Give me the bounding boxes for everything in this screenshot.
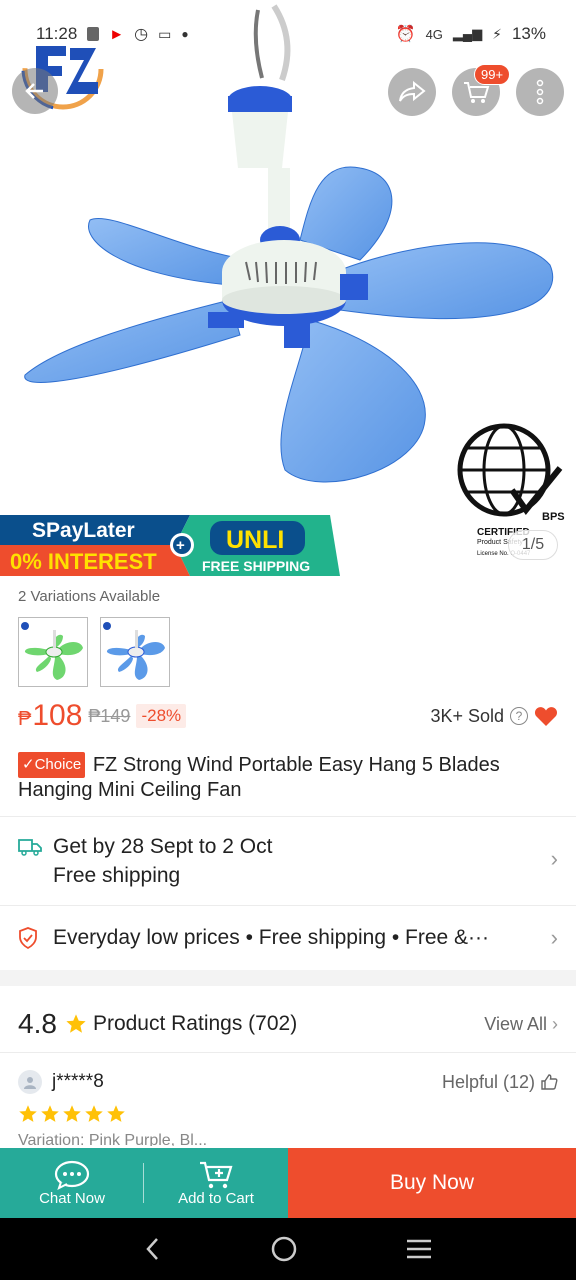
user-icon [24,1077,36,1089]
shipping-row[interactable]: Get by 28 Sept to 2 Oct Free shipping › [18,832,558,892]
free-shipping-label: FREE SHIPPING [202,558,310,574]
sold-info: 3K+ Sold ? [430,705,558,727]
view-all-link[interactable]: View All › [484,1014,558,1035]
chevron-right-icon: › [552,1013,558,1034]
star-icon [63,1105,81,1122]
review-stars [18,1104,558,1124]
review-item: j*****8 Helpful (12) Variation: Pink Pur… [18,1068,558,1146]
more-dot-icon: ● [181,27,189,41]
alarm-icon: ⏰ [395,26,416,43]
ratings-title: Product Ratings (702) [92,1012,298,1035]
sold-count: 3K+ Sold [430,705,504,726]
charging-icon: ⚡ [492,25,502,42]
price-value: 108 [32,699,83,732]
divider [0,816,576,817]
bottom-action-bar: Chat Now Add to Cart Buy Now [0,1148,576,1218]
discount-badge: -28% [136,704,187,728]
help-icon[interactable]: ? [510,707,528,725]
helpful-label: Helpful (12) [441,1071,535,1092]
chat-now-label: Chat Now [39,1189,105,1207]
shield-check-icon [19,927,37,949]
chevron-right-icon: › [550,846,558,871]
rating-score: 4.8 [18,1008,57,1039]
nav-home-icon[interactable] [270,1235,298,1263]
variation-thumb-blue[interactable] [100,617,170,687]
media-icon: ► [109,25,125,43]
product-page: 11:28 ► ◷ ▭ ● ⏰ 4G ▂▄▆ ⚡ 13% 99+ BPS CER… [0,0,576,1280]
globe-check-icon: BPS [457,423,565,523]
interest-label: 0% INTEREST [10,549,157,574]
nav-recents-icon[interactable] [405,1238,433,1260]
image-counter: 1/5 [508,530,558,560]
star-icon [19,1105,37,1122]
unli-label: UNLI [226,526,284,554]
star-icon [41,1105,59,1122]
like-heart-icon[interactable] [534,705,558,727]
thumbs-up-icon [541,1074,558,1090]
add-to-cart-label: Add to Cart [178,1189,254,1207]
nav-back-icon[interactable] [143,1236,163,1262]
more-options-button[interactable] [516,68,564,116]
cert-brand: BPS [542,511,565,523]
add-to-cart-button[interactable]: Add to Cart [144,1148,288,1218]
signal-icon: ▂▄▆ [452,26,483,41]
variations-section: 2 Variations Available [18,588,170,687]
helpful-button[interactable]: Helpful (12) [442,1072,558,1093]
reviewer-name: j*****8 [52,1071,104,1092]
divider [0,1052,576,1053]
add-cart-icon [200,1161,233,1188]
current-price: ₱ 108 [18,699,82,733]
divider [0,905,576,906]
chat-icon [54,1160,90,1190]
product-title: ✓Choice FZ Strong Wind Portable Easy Han… [18,752,563,802]
product-image-carousel[interactable]: 11:28 ► ◷ ▭ ● ⏰ 4G ▂▄▆ ⚡ 13% 99+ BPS CER… [0,0,576,576]
variations-label: 2 Variations Available [18,588,161,605]
section-gap [0,970,576,986]
promo-banner[interactable]: + SPayLater 0% INTEREST UNLI FREE SHIPPI… [0,515,340,576]
star-icon [107,1105,125,1122]
blue-fan-thumbnail [103,622,165,680]
original-price: ₱149 [88,705,131,726]
system-nav-bar [0,1218,576,1280]
back-button[interactable] [12,68,58,114]
more-vertical-icon [536,79,544,105]
chat-now-button[interactable]: Chat Now [0,1148,144,1218]
star-icon [85,1105,103,1122]
green-fan-thumbnail [21,622,83,680]
view-all-label: View All [484,1013,547,1034]
share-button[interactable] [388,68,436,116]
plus-icon: + [176,537,185,554]
guarantee-row[interactable]: Everyday low prices • Free shipping • Fr… [18,922,558,954]
cart-count-badge: 99+ [474,64,511,85]
review-variation: Variation: Pink Purple, Bl... [18,1132,208,1146]
clock-app-icon: ◷ [134,26,149,43]
buy-now-button[interactable]: Buy Now [288,1148,576,1218]
variation-thumb-green[interactable] [18,617,88,687]
battery-level: 13% [511,24,546,43]
ratings-header[interactable]: 4.8 Product Ratings (702) View All › [18,1004,558,1044]
avatar [18,1070,42,1094]
spaylater-label: SPayLater [32,519,135,542]
share-icon [399,80,426,102]
network-type: 4G [425,26,443,42]
product-title-text: FZ Strong Wind Portable Easy Hang 5 Blad… [18,754,500,801]
chevron-right-icon: › [550,925,558,950]
delivery-date: Get by 28 Sept to 2 Oct [53,835,273,858]
truck-icon [18,839,42,856]
video-icon: ▭ [158,25,172,42]
status-bar: 11:28 ► ◷ ▭ ● ⏰ 4G ▂▄▆ ⚡ 13% [36,20,546,48]
choice-badge: ✓Choice [18,752,86,778]
back-arrow-icon [25,83,43,99]
cart-button[interactable]: 99+ [452,64,511,116]
price-row: ₱ 108 ₱149 -28% 3K+ Sold ? [18,696,558,736]
buy-now-label: Buy Now [389,1171,475,1194]
currency-symbol: ₱ [18,708,32,730]
shipping-fee: Free shipping [53,864,181,887]
star-icon [66,1014,86,1033]
guarantee-text: Everyday low prices • Free shipping • Fr… [53,926,490,949]
